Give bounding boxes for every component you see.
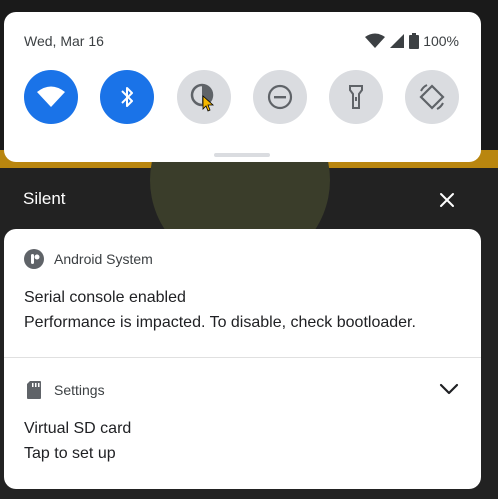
dark-theme-icon — [190, 83, 215, 112]
wifi-tile[interactable] — [24, 70, 78, 124]
auto-rotate-icon — [419, 84, 445, 110]
chevron-down-icon[interactable] — [439, 383, 459, 395]
sd-card-icon — [27, 381, 41, 399]
notification-header: Android System — [24, 249, 153, 269]
wifi-signal-icon — [365, 33, 386, 48]
do-not-disturb-icon — [267, 84, 293, 110]
date-label: Wed, Mar 16 — [24, 33, 104, 49]
flashlight-tile[interactable] — [329, 70, 383, 124]
notification-title: Serial console enabled — [24, 289, 186, 306]
drag-handle[interactable] — [214, 153, 270, 157]
close-icon[interactable] — [437, 190, 457, 210]
notification-text: Performance is impacted. To disable, che… — [24, 314, 416, 331]
divider — [4, 357, 481, 358]
bluetooth-icon — [121, 87, 133, 107]
notification-title: Virtual SD card — [24, 420, 132, 437]
notification-card: Android System Serial console enabled Pe… — [4, 229, 481, 489]
do-not-disturb-tile[interactable] — [253, 70, 307, 124]
notification-header: Settings — [24, 380, 105, 400]
android-system-icon — [24, 249, 44, 269]
auto-rotate-tile[interactable] — [405, 70, 459, 124]
silent-section-header: Silent — [0, 180, 498, 218]
wifi-icon — [37, 86, 65, 107]
notification-app-name: Settings — [54, 382, 105, 398]
status-icons: 100% — [365, 33, 459, 49]
dark-theme-tile[interactable] — [177, 70, 231, 124]
quick-settings-panel: Wed, Mar 16 100% — [4, 12, 481, 162]
notification-app-name: Android System — [54, 251, 153, 267]
bluetooth-tile[interactable] — [100, 70, 154, 124]
notification-text: Tap to set up — [24, 445, 116, 462]
silent-label: Silent — [23, 189, 66, 208]
battery-icon — [409, 33, 420, 49]
flashlight-icon — [349, 85, 363, 109]
quick-tiles — [24, 70, 464, 126]
cell-signal-icon — [390, 34, 405, 48]
battery-percent: 100% — [423, 33, 459, 49]
